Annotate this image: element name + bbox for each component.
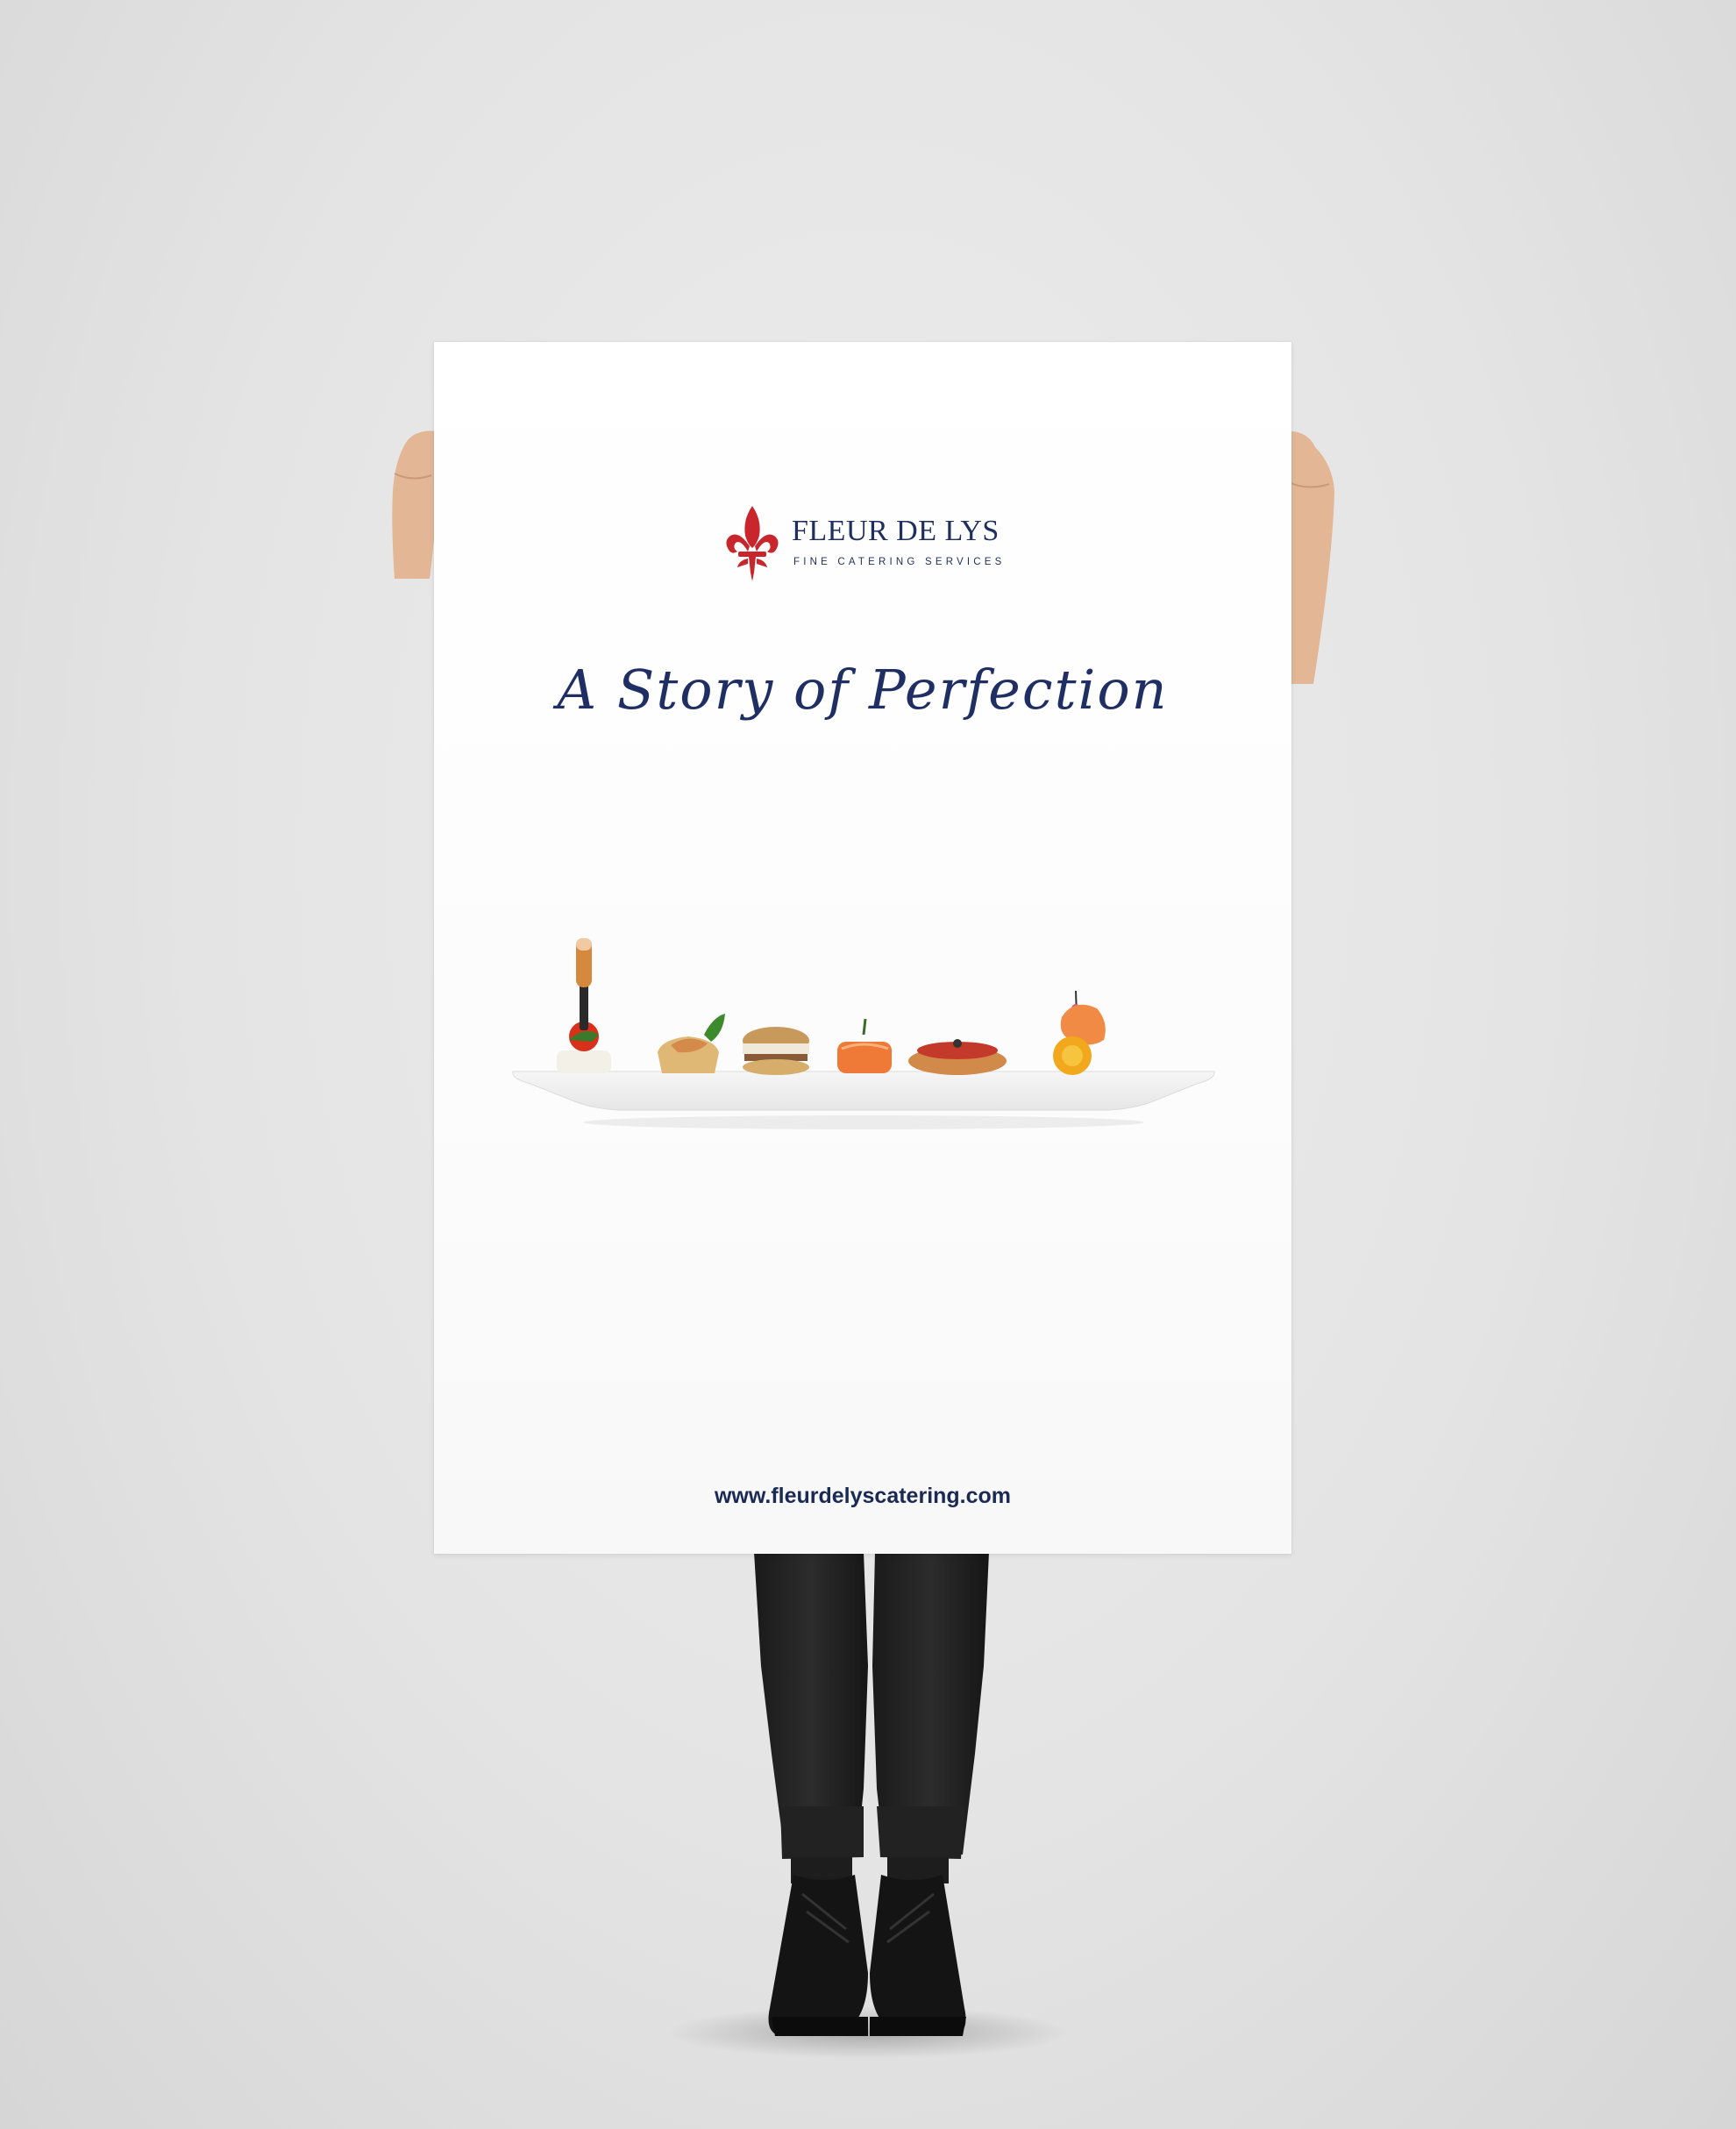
poster-headline: A Story of Perfection bbox=[557, 658, 1169, 722]
website-url: www.fleurdelyscatering.com bbox=[714, 1484, 1012, 1508]
brand-name: FLEUR DE LYS bbox=[792, 515, 1000, 547]
brand-logo: FLEUR DE LYS FINE CATERING SERVICES bbox=[723, 504, 1013, 583]
right-shoe bbox=[870, 1875, 966, 2036]
left-shoe bbox=[768, 1875, 868, 2036]
poster: FLEUR DE LYS FINE CATERING SERVICES A St… bbox=[434, 342, 1291, 1554]
brand-tagline: FINE CATERING SERVICES bbox=[793, 557, 1006, 567]
canape-tray-photo bbox=[512, 938, 1215, 1129]
photo-scene: FLEUR DE LYS FINE CATERING SERVICES A St… bbox=[0, 0, 1736, 2129]
fleur-de-lis-icon bbox=[726, 506, 779, 581]
